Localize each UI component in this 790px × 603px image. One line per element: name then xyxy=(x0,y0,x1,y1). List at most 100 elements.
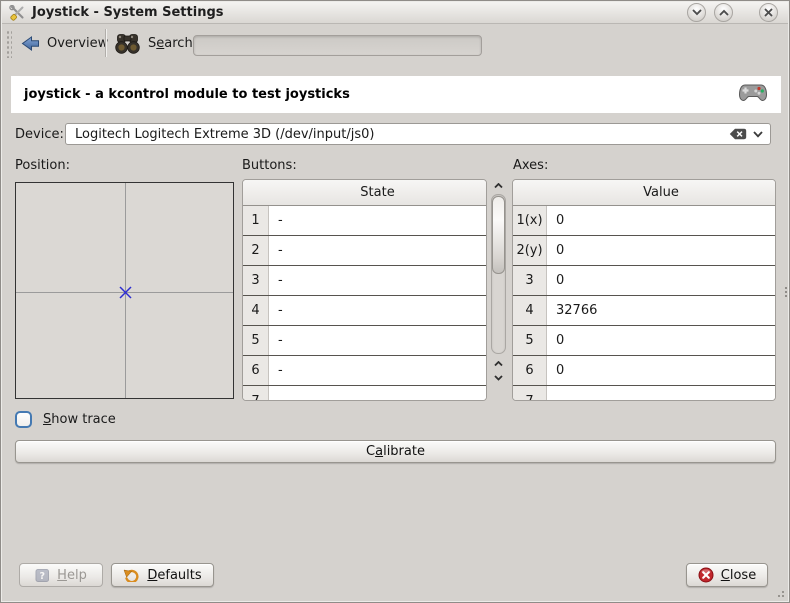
row-header: 4 xyxy=(513,296,547,325)
axes-table-header: Value xyxy=(513,180,775,206)
scrollbar-up-button[interactable] xyxy=(492,180,505,192)
buttons-table: State 1 - 2 - 3 - 4 - 5 - 6 - 7 xyxy=(242,179,487,401)
module-header: joystick - a kcontrol module to test joy… xyxy=(11,76,781,113)
position-marker-icon xyxy=(119,286,132,303)
gamepad-icon xyxy=(738,81,768,108)
row-value: 32766 xyxy=(547,296,775,325)
row-value: - xyxy=(269,266,486,295)
resize-grip[interactable] xyxy=(782,595,784,597)
table-row[interactable]: 3 - xyxy=(243,266,486,296)
row-value: 0 xyxy=(547,266,775,295)
help-icon: ? xyxy=(35,568,50,583)
row-value: 0 xyxy=(547,236,775,265)
row-header: 2(y) xyxy=(513,236,547,265)
clear-icon[interactable] xyxy=(729,128,747,140)
chevron-up-icon xyxy=(719,9,729,16)
maximize-button[interactable] xyxy=(714,3,733,22)
scrollbar-thumb[interactable] xyxy=(492,196,505,274)
table-row[interactable]: 7 xyxy=(513,386,775,401)
chevron-up-icon xyxy=(494,361,503,367)
row-value: - xyxy=(269,356,486,385)
scrollbar-up-button-bottom[interactable] xyxy=(492,358,505,370)
close-label: Close xyxy=(721,568,756,583)
tools-icon xyxy=(9,5,25,21)
row-header: 3 xyxy=(513,266,547,295)
chevron-down-icon xyxy=(494,375,503,381)
overview-button[interactable]: Overview xyxy=(15,28,114,58)
show-trace-checkbox[interactable] xyxy=(15,411,32,428)
row-value xyxy=(547,386,775,401)
scrollbar-track[interactable] xyxy=(491,194,506,354)
row-value: - xyxy=(269,326,486,355)
toolbar-drag-handle[interactable] xyxy=(6,30,12,58)
window-close-button[interactable] xyxy=(759,3,778,22)
toolbar-separator xyxy=(105,29,106,57)
scrollbar-down-button[interactable] xyxy=(492,372,505,384)
row-value: - xyxy=(269,236,486,265)
buttons-table-header: State xyxy=(243,180,486,206)
table-row[interactable]: 4 32766 xyxy=(513,296,775,326)
row-header: 5 xyxy=(513,326,547,355)
defaults-button[interactable]: Defaults xyxy=(111,563,214,587)
chevron-up-icon xyxy=(494,183,503,189)
row-header: 6 xyxy=(513,356,547,385)
minimize-button[interactable] xyxy=(687,3,706,22)
svg-text:?: ? xyxy=(40,571,46,582)
calibrate-button[interactable]: Calibrate xyxy=(15,440,776,463)
window-splitter-handle[interactable] xyxy=(785,287,787,289)
defaults-label: Defaults xyxy=(147,568,201,583)
red-close-icon xyxy=(698,567,714,583)
row-value: - xyxy=(269,206,486,235)
row-header: 4 xyxy=(243,296,269,325)
row-header: 7 xyxy=(513,386,547,401)
chevron-down-icon[interactable] xyxy=(753,131,763,138)
show-trace-label[interactable]: Show trace xyxy=(43,412,116,427)
undo-icon xyxy=(123,568,140,582)
row-header: 7 xyxy=(243,386,269,401)
table-row[interactable]: 2(y) 0 xyxy=(513,236,775,266)
row-value: 0 xyxy=(547,356,775,385)
buttons-table-scrollbar[interactable] xyxy=(490,180,507,400)
close-button[interactable]: Close xyxy=(686,563,768,587)
back-arrow-icon xyxy=(21,36,40,51)
table-row[interactable]: 6 - xyxy=(243,356,486,386)
row-header: 3 xyxy=(243,266,269,295)
row-header: 1 xyxy=(243,206,269,235)
table-row[interactable]: 7 xyxy=(243,386,486,401)
module-title: joystick - a kcontrol module to test joy… xyxy=(24,87,350,102)
row-header: 6 xyxy=(243,356,269,385)
row-value: 0 xyxy=(547,206,775,235)
toolbar: Overview Search: xyxy=(2,24,788,63)
row-value: - xyxy=(269,296,486,325)
system-settings-window: Joystick - System Settings Overview xyxy=(0,0,790,603)
search-icon xyxy=(114,32,141,59)
position-pad xyxy=(15,182,234,399)
device-label: Device: xyxy=(15,127,64,142)
window-title: Joystick - System Settings xyxy=(32,5,224,20)
row-header: 5 xyxy=(243,326,269,355)
table-row[interactable]: 4 - xyxy=(243,296,486,326)
close-icon xyxy=(764,8,773,17)
titlebar[interactable]: Joystick - System Settings xyxy=(2,2,788,24)
overview-label: Overview xyxy=(47,36,108,51)
search-input[interactable] xyxy=(193,35,482,56)
buttons-label: Buttons: xyxy=(242,158,297,173)
calibrate-label: Calibrate xyxy=(366,444,425,459)
row-value: 0 xyxy=(547,326,775,355)
table-row[interactable]: 1 - xyxy=(243,206,486,236)
row-value xyxy=(269,386,486,401)
row-header: 1(x) xyxy=(513,206,547,235)
row-header: 2 xyxy=(243,236,269,265)
axes-table: Value 1(x) 0 2(y) 0 3 0 4 32766 5 0 6 0 … xyxy=(512,179,776,401)
table-row[interactable]: 5 - xyxy=(243,326,486,356)
table-row[interactable]: 1(x) 0 xyxy=(513,206,775,236)
table-row[interactable]: 6 0 xyxy=(513,356,775,386)
position-label: Position: xyxy=(15,158,70,173)
device-value: Logitech Logitech Extreme 3D (/dev/input… xyxy=(66,127,729,142)
table-row[interactable]: 5 0 xyxy=(513,326,775,356)
table-row[interactable]: 3 0 xyxy=(513,266,775,296)
help-label: Help xyxy=(57,568,87,583)
table-row[interactable]: 2 - xyxy=(243,236,486,266)
help-button: ? Help xyxy=(19,563,103,587)
device-combobox[interactable]: Logitech Logitech Extreme 3D (/dev/input… xyxy=(65,123,771,145)
